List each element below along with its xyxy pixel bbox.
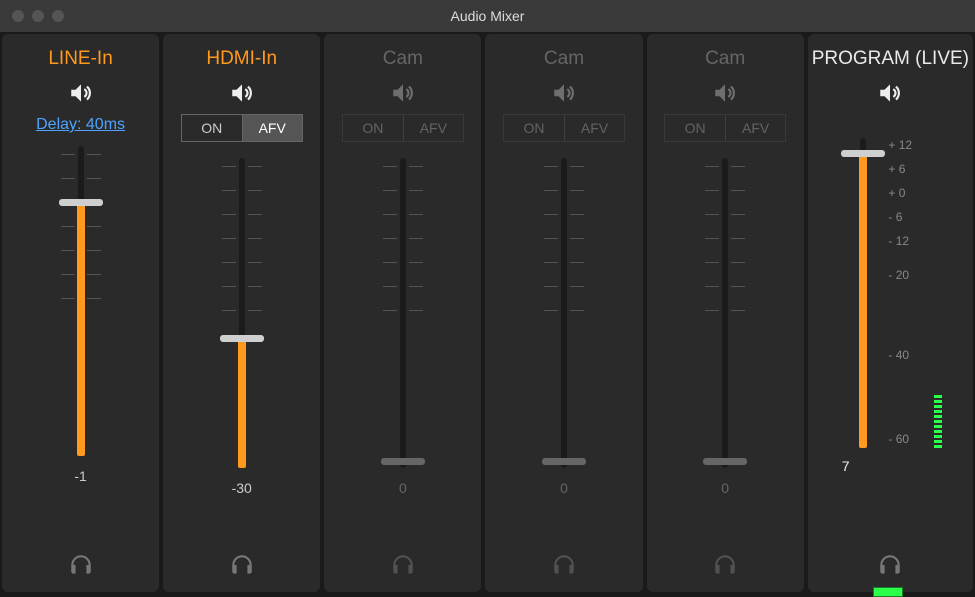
fader-value: 0: [560, 480, 568, 496]
afv-button[interactable]: AFV: [564, 115, 624, 141]
scale-label: + 0: [888, 186, 905, 200]
channel-cam1: Cam ON AFV 0: [324, 34, 481, 592]
channel-program: PROGRAM (LIVE) + 12 + 6 + 0 - 6 - 12 - 20 - 40…: [808, 34, 973, 592]
headphones-icon[interactable]: [389, 552, 417, 578]
close-icon[interactable]: [12, 10, 24, 22]
mode-toggle: ON AFV: [342, 114, 464, 142]
fader-knob[interactable]: [841, 150, 885, 157]
speaker-icon[interactable]: [67, 80, 95, 106]
speaker-icon[interactable]: [550, 80, 578, 106]
speaker-icon[interactable]: [711, 80, 739, 106]
channel-title: Cam: [705, 48, 745, 70]
window-controls[interactable]: [0, 10, 64, 22]
mode-toggle: ON AFV: [664, 114, 786, 142]
minimize-icon[interactable]: [32, 10, 44, 22]
fader[interactable]: + 12 + 6 + 0 - 6 - 12 - 20 - 40 - 60: [830, 138, 950, 448]
fader-knob[interactable]: [381, 458, 425, 465]
afv-button[interactable]: AFV: [725, 115, 785, 141]
titlebar: Audio Mixer: [0, 0, 975, 32]
window-title: Audio Mixer: [0, 8, 975, 24]
channel-title: HDMI-In: [206, 48, 277, 70]
scale-label: - 12: [888, 234, 909, 248]
fader-value: -1: [74, 468, 86, 484]
on-button[interactable]: ON: [343, 115, 403, 141]
fader[interactable]: [212, 158, 272, 468]
status-indicator: [873, 587, 903, 597]
scale-label: - 20: [888, 268, 909, 282]
channel-cam3: Cam ON AFV 0: [647, 34, 804, 592]
fader[interactable]: [373, 158, 433, 468]
fader-knob[interactable]: [59, 199, 103, 206]
level-meter: [934, 395, 942, 448]
fader-value: 7: [842, 458, 850, 474]
delay-link[interactable]: Delay: 40ms: [36, 116, 125, 134]
fader-knob[interactable]: [542, 458, 586, 465]
fader-value: 0: [721, 480, 729, 496]
fader[interactable]: [534, 158, 594, 468]
scale-label: + 12: [888, 138, 912, 152]
channel-title: Cam: [544, 48, 584, 70]
fader-value: -30: [232, 480, 252, 496]
scale-label: - 40: [888, 348, 909, 362]
scale-label: - 6: [888, 210, 902, 224]
afv-button[interactable]: AFV: [242, 115, 302, 141]
on-button[interactable]: ON: [504, 115, 564, 141]
headphones-icon[interactable]: [876, 552, 904, 578]
channel-cam2: Cam ON AFV 0: [485, 34, 642, 592]
mode-toggle: ON AFV: [503, 114, 625, 142]
speaker-icon[interactable]: [876, 80, 904, 106]
speaker-icon[interactable]: [389, 80, 417, 106]
channel-title: LINE-In: [48, 48, 112, 70]
speaker-icon[interactable]: [228, 80, 256, 106]
afv-button[interactable]: AFV: [403, 115, 463, 141]
zoom-icon[interactable]: [52, 10, 64, 22]
headphones-icon[interactable]: [550, 552, 578, 578]
fader[interactable]: [695, 158, 755, 468]
on-button[interactable]: ON: [665, 115, 725, 141]
fader-knob[interactable]: [703, 458, 747, 465]
scale-label: + 6: [888, 162, 905, 176]
headphones-icon[interactable]: [228, 552, 256, 578]
channel-title: Cam: [383, 48, 423, 70]
on-button[interactable]: ON: [182, 115, 242, 141]
mode-toggle: ON AFV: [181, 114, 303, 142]
fader-knob[interactable]: [220, 335, 264, 342]
fader[interactable]: [51, 146, 111, 456]
channel-line-in: LINE-In Delay: 40ms -1: [2, 34, 159, 592]
scale-label: - 60: [888, 432, 909, 446]
headphones-icon[interactable]: [67, 552, 95, 578]
fader-value: 0: [399, 480, 407, 496]
channel-hdmi-in: HDMI-In ON AFV -30: [163, 34, 320, 592]
headphones-icon[interactable]: [711, 552, 739, 578]
channel-title: PROGRAM (LIVE): [812, 48, 969, 70]
